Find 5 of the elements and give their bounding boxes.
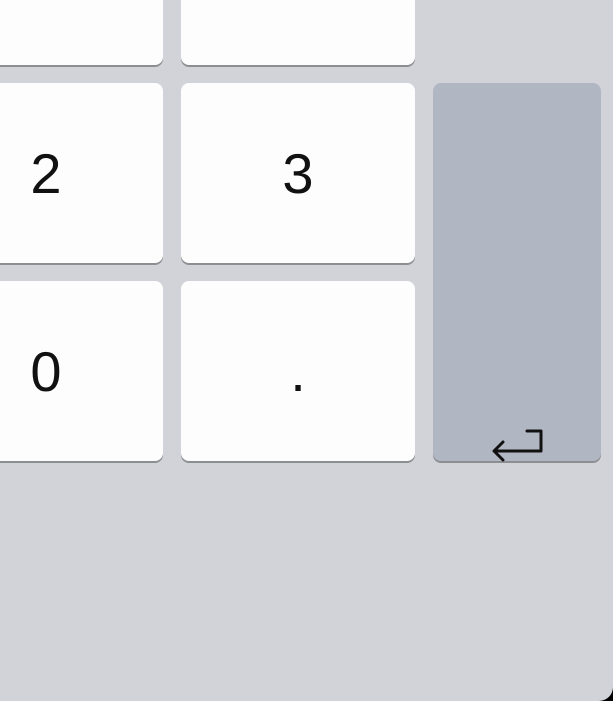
enter-key[interactable] [433, 83, 601, 461]
keypad-key[interactable]: . [181, 281, 415, 461]
keypad-key[interactable]: 0 [0, 281, 163, 461]
keypad-key[interactable]: 2 [0, 83, 163, 263]
keypad-key[interactable]: 3 [181, 83, 415, 263]
